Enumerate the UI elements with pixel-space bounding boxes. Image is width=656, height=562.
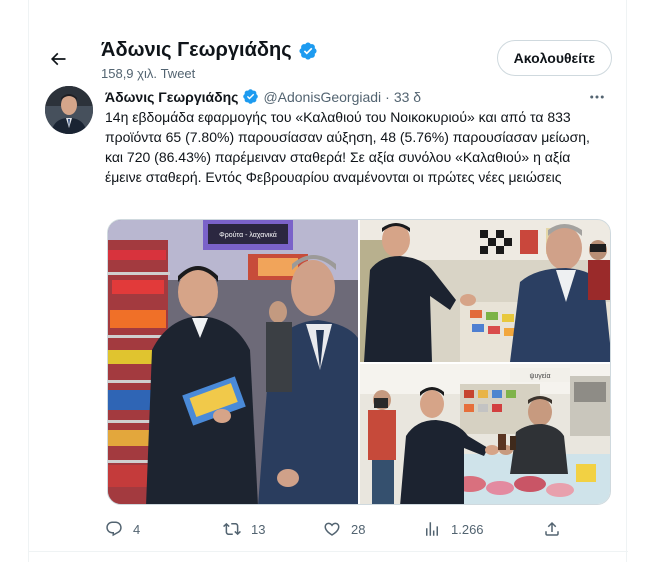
store-sign-2: ψυγεία	[529, 372, 550, 380]
like-button[interactable]: 28	[323, 515, 365, 543]
more-dots-icon	[590, 95, 604, 99]
author-handle[interactable]: @AdonisGeorgiadi	[263, 89, 381, 105]
back-button[interactable]	[41, 42, 75, 76]
tweet-actions: 4 13 28 1.266	[105, 515, 565, 543]
tweet-media-grid: Φρούτα - λαχανικά ψυγεία	[107, 219, 611, 505]
photo-1[interactable]: Φρούτα - λαχανικά	[108, 220, 358, 504]
verified-badge-icon	[299, 41, 317, 60]
divider	[29, 551, 628, 552]
store-aisle-photo: Φρούτα - λαχανικά	[108, 220, 358, 504]
reply-count: 4	[133, 521, 141, 537]
profile-header: Άδωνις Γεωργιάδης 158,9 χιλ. Tweet Ακολο…	[29, 30, 628, 88]
tweet-timestamp[interactable]: 33 δ	[394, 89, 421, 105]
tweet-count: 158,9 χιλ. Tweet	[101, 66, 196, 81]
share-button[interactable]	[543, 515, 561, 543]
following-button[interactable]: Ακολουθείτε	[496, 40, 612, 76]
store-sign: Φρούτα - λαχανικά	[219, 231, 277, 239]
timeline-column: Άδωνις Γεωργιάδης 158,9 χιλ. Tweet Ακολο…	[28, 0, 628, 562]
header-name-row: Άδωνις Γεωργιάδης	[101, 39, 318, 62]
tweet-header: Άδωνις Γεωργιάδης @AdonisGeorgiadi · 33 …	[105, 88, 421, 105]
like-count: 28	[351, 521, 366, 537]
separator-dot: ·	[385, 88, 390, 105]
photo-2[interactable]	[360, 220, 610, 362]
author-name[interactable]: Άδωνις Γεωργιάδης	[105, 89, 238, 105]
views-count: 1.266	[451, 521, 484, 537]
left-edge	[0, 0, 10, 562]
retweet-icon	[223, 522, 241, 536]
tweet-text: 14η εβδομάδα εφαρμογής του «Καλαθιού του…	[105, 109, 590, 185]
avatar-photo	[45, 86, 93, 134]
retweet-button[interactable]: 13	[223, 515, 265, 543]
butcher-counter-photo: ψυγεία	[360, 364, 610, 504]
arrow-left-icon	[50, 52, 66, 66]
verified-badge-icon	[243, 89, 259, 104]
views-chart-icon	[426, 522, 438, 536]
deli-counter-photo	[360, 220, 610, 362]
share-icon	[545, 521, 559, 536]
views-button[interactable]: 1.266	[423, 515, 484, 543]
avatar[interactable]	[45, 86, 93, 134]
reply-button[interactable]: 4	[105, 515, 140, 543]
photo-3[interactable]: ψυγεία	[360, 364, 610, 504]
retweet-count: 13	[251, 521, 266, 537]
heart-icon	[324, 522, 340, 536]
header-name: Άδωνις Γεωργιάδης	[101, 39, 292, 61]
reply-icon	[106, 521, 122, 537]
